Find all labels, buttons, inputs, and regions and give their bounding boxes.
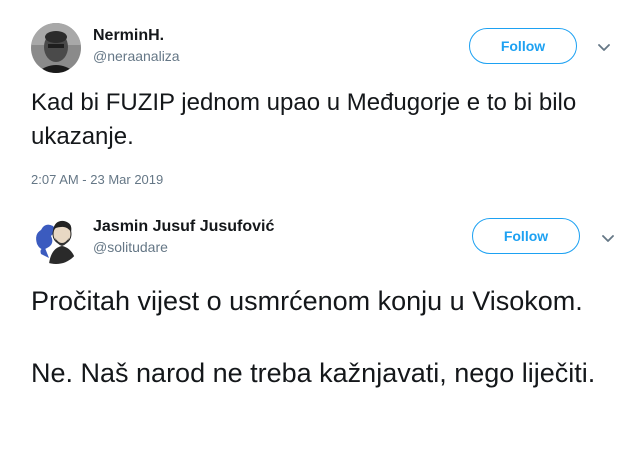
user-info[interactable]: Jasmin Jusuf Jusufović @solitudare (93, 217, 274, 257)
timestamp[interactable]: 2:07 AM - 23 Mar 2019 (31, 172, 163, 187)
avatar-photo (31, 23, 81, 73)
chevron-down-icon[interactable] (594, 38, 614, 58)
handle[interactable]: @solitudare (93, 237, 274, 257)
display-name[interactable]: Jasmin Jusuf Jusufović (93, 217, 274, 237)
user-info[interactable]: NerminH. @neraanaliza (93, 26, 180, 66)
tweet: Jasmin Jusuf Jusufović @solitudare Follo… (0, 200, 639, 472)
avatar[interactable] (31, 23, 81, 73)
tweet: NerminH. @neraanaliza Follow Kad bi FUZI… (0, 0, 639, 200)
handle[interactable]: @neraanaliza (93, 46, 180, 66)
avatar[interactable] (31, 214, 81, 264)
follow-button[interactable]: Follow (469, 28, 577, 64)
chevron-down-icon[interactable] (598, 229, 618, 249)
tweet-text: Kad bi FUZIP jednom upao u Međugorje e t… (31, 89, 577, 150)
follow-button[interactable]: Follow (472, 218, 580, 254)
display-name[interactable]: NerminH. (93, 26, 180, 46)
avatar-illustration (31, 214, 81, 264)
tweet-text: Pročitah vijest o usmrćenom konju u Viso… (31, 286, 596, 388)
